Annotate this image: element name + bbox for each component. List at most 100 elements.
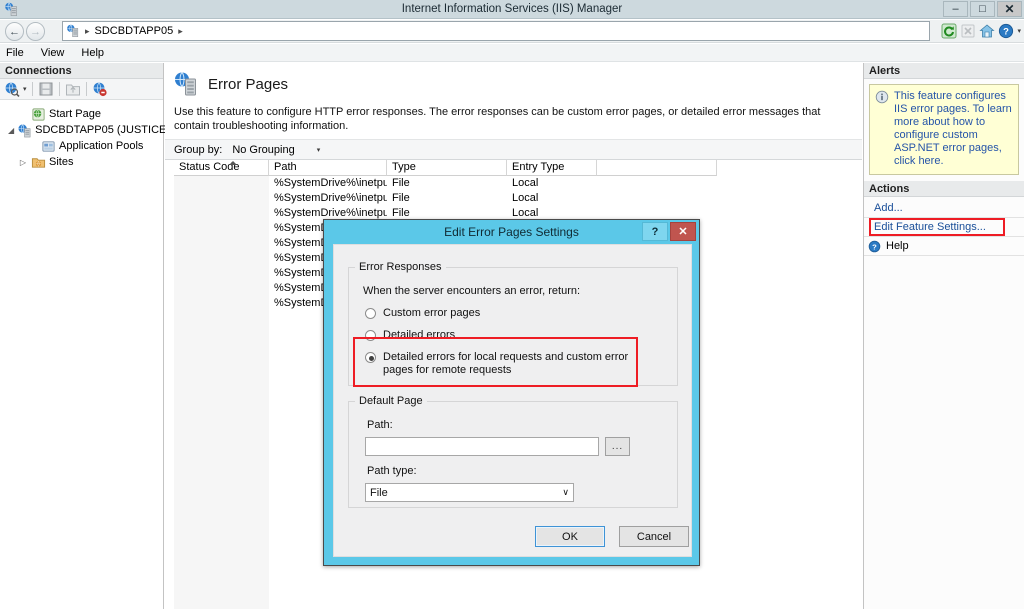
forward-button[interactable]: →: [26, 22, 45, 41]
action-edit-feature-settings[interactable]: Edit Feature Settings...: [864, 218, 1024, 237]
radio-detailed-errors-local-custom-remote[interactable]: Detailed errors for local requests and c…: [365, 351, 645, 377]
help-icon[interactable]: ?: [998, 23, 1014, 39]
tree-item-server[interactable]: ◢ SDCBDTAPP05 (JUSTICE\bartl: [4, 122, 191, 138]
column-header-label: Type: [392, 161, 416, 173]
radio-indicator-selected: [365, 352, 376, 363]
action-help[interactable]: ? Help: [864, 237, 1024, 256]
tree-item-application-pools[interactable]: Application Pools: [4, 138, 163, 154]
menu-item-help[interactable]: Help: [81, 47, 104, 59]
cell-type: File: [392, 192, 410, 204]
tree-twisty-expanded-icon[interactable]: ◢: [8, 126, 14, 135]
help-icon: ?: [868, 240, 881, 252]
cell-entry-type: Local: [512, 177, 539, 189]
column-header-status-code[interactable]: Status Code: [174, 160, 269, 176]
sorted-column-highlight: [174, 176, 269, 609]
dialog-window-controls: ? ✕: [642, 222, 696, 241]
error-pages-icon: [175, 72, 196, 96]
disconnect-icon[interactable]: [92, 81, 108, 97]
column-header-type[interactable]: Type: [387, 160, 507, 176]
browse-button[interactable]: ...: [605, 437, 630, 456]
maximize-icon: □: [979, 3, 986, 15]
home-icon[interactable]: [979, 23, 996, 39]
connect-to-site-icon[interactable]: [4, 81, 20, 97]
dialog-help-button[interactable]: ?: [642, 222, 668, 241]
dialog-title-bar: Edit Error Pages Settings ? ✕: [324, 220, 699, 244]
menu-bar: File View Help: [0, 44, 1024, 62]
table-row[interactable]: 401 %SystemDrive%\inetpu... File Local: [174, 176, 862, 191]
actions-header: Actions: [864, 181, 1024, 197]
maximize-button[interactable]: □: [970, 1, 995, 17]
close-icon: ✕: [1004, 2, 1015, 16]
column-header-entry-type[interactable]: Entry Type: [507, 160, 597, 176]
feature-header: Error Pages: [165, 63, 862, 97]
action-add[interactable]: Add...: [864, 199, 1024, 218]
group-by-select[interactable]: No Grouping ▾: [228, 141, 325, 158]
breadcrumb-item-server[interactable]: SDCBDTAPP05: [95, 25, 174, 37]
menu-item-view[interactable]: View: [41, 47, 65, 59]
connect-dropdown-caret-icon[interactable]: ▾: [23, 85, 27, 93]
radio-detailed-errors[interactable]: Detailed errors: [365, 329, 655, 342]
minimize-button[interactable]: –: [943, 1, 968, 17]
table-row[interactable]: 403 %SystemDrive%\inetpu... File Local: [174, 191, 862, 206]
close-button[interactable]: ✕: [997, 1, 1022, 17]
close-icon: ✕: [678, 226, 688, 238]
cancel-label: Cancel: [636, 530, 672, 543]
toolbar-divider-3: [85, 82, 87, 96]
dialog-title: Edit Error Pages Settings: [444, 225, 579, 239]
sites-folder-icon: [31, 157, 46, 168]
ok-button[interactable]: OK: [535, 526, 605, 547]
chevron-down-icon: ▾: [316, 146, 321, 154]
cell-type: File: [392, 177, 410, 189]
help-dropdown-caret-icon[interactable]: ▾: [1017, 27, 1021, 35]
path-input[interactable]: [365, 437, 599, 456]
radio-indicator: [365, 308, 376, 319]
sort-ascending-icon: [229, 161, 237, 165]
window-controls: – □ ✕: [943, 1, 1022, 17]
tree-twisty-collapsed-icon[interactable]: ▷: [18, 158, 28, 167]
refresh-icon[interactable]: [941, 23, 957, 39]
radio-indicator: [365, 330, 376, 341]
connections-toolbar: ▾: [0, 79, 163, 100]
alerts-header: Alerts: [864, 63, 1024, 79]
radio-label: Detailed errors for local requests and c…: [383, 351, 629, 376]
path-type-label: Path type:: [367, 465, 417, 477]
column-header-label: Entry Type: [512, 161, 565, 173]
tree-item-start-page[interactable]: Start Page: [4, 106, 163, 122]
tree-item-label: Start Page: [49, 108, 101, 120]
connections-panel: Connections ▾ Start Page ◢ SDCBDTAPP05 (…: [0, 63, 191, 609]
tree-item-label: Sites: [49, 156, 74, 168]
page-title: Error Pages: [208, 75, 289, 93]
group-by-bar: Group by: No Grouping ▾: [165, 139, 862, 160]
radio-custom-error-pages[interactable]: Custom error pages: [365, 307, 655, 320]
tree-item-label: Application Pools: [59, 140, 144, 152]
connections-tree: Start Page ◢ SDCBDTAPP05 (JUSTICE\bartl: [0, 100, 191, 170]
up-one-level-icon: [65, 84, 80, 96]
iis-server-icon: [67, 24, 79, 37]
back-button[interactable]: ←: [5, 22, 24, 41]
cancel-button[interactable]: Cancel: [619, 526, 689, 547]
path-type-select[interactable]: File ∨: [365, 483, 574, 502]
start-page-icon: [32, 107, 45, 121]
cell-path: %SystemDrive%\inetpu...: [274, 177, 387, 189]
tree-item-sites[interactable]: ▷ Sites: [4, 154, 163, 170]
group-by-label: Group by:: [174, 143, 223, 156]
group-by-value: No Grouping: [232, 143, 295, 156]
error-responses-group: Error Responses When the server encounte…: [348, 261, 678, 386]
dialog-close-button[interactable]: ✕: [670, 222, 696, 241]
menu-item-file[interactable]: File: [6, 47, 24, 59]
svg-text:?: ?: [872, 242, 877, 251]
default-page-group: Default Page Path: ... Path type: File ∨: [348, 395, 678, 508]
breadcrumb[interactable]: ▸ SDCBDTAPP05 ▸: [62, 21, 930, 41]
actions-panel: Alerts This feature configures IIS error…: [863, 63, 1024, 609]
app-pools-icon: [42, 140, 55, 152]
path-label: Path:: [367, 419, 393, 431]
address-bar-icons: ? ▾: [941, 23, 1021, 39]
title-bar: Internet Information Services (IIS) Mana…: [0, 0, 1024, 19]
alert-item: This feature configures IIS error pages.…: [869, 84, 1019, 175]
alert-text[interactable]: This feature configures IIS error pages.…: [894, 90, 1013, 168]
column-header-path[interactable]: Path: [269, 160, 387, 176]
dialog-body: Error Responses When the server encounte…: [333, 244, 692, 557]
back-arrow-icon: ←: [9, 25, 20, 38]
toolbar-divider-2: [58, 82, 60, 96]
column-header-spacer[interactable]: [597, 160, 717, 176]
